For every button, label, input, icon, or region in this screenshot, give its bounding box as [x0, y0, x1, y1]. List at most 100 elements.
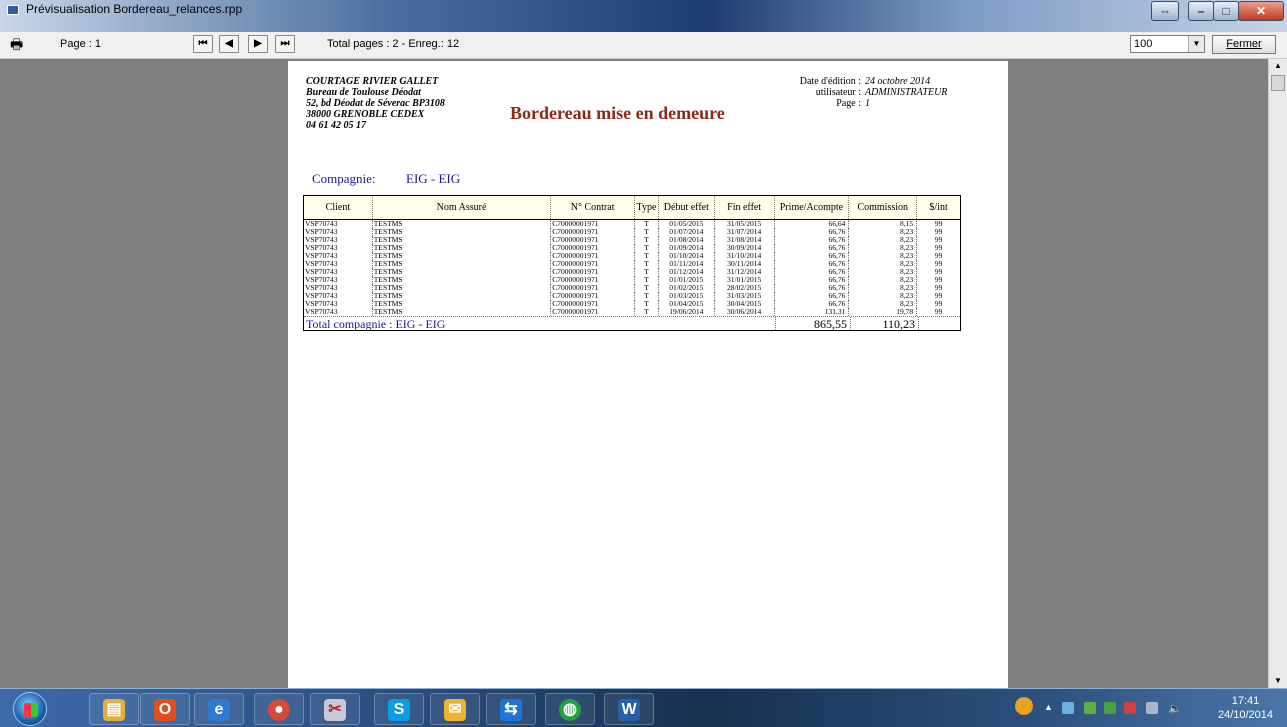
cell-sint: 99	[934, 276, 943, 284]
cell-sint: 99	[934, 260, 943, 268]
chevron-down-icon[interactable]: ▼	[1188, 36, 1204, 52]
clock[interactable]: 17:41 24/10/2014	[1208, 694, 1283, 722]
cell-prime: 66,76	[775, 284, 850, 292]
report-title: Bordereau mise en demeure	[510, 103, 725, 123]
cell-sint: 99	[934, 220, 943, 228]
cell-commission: 8,23	[849, 284, 918, 292]
display-icon[interactable]	[1146, 702, 1158, 714]
print-icon[interactable]: 🖶	[10, 36, 28, 52]
cell-sint: 99	[934, 236, 943, 244]
previous-page-button[interactable]: ◀	[219, 35, 239, 53]
scroll-down-icon[interactable]: ▼	[1269, 674, 1287, 688]
taskbar-teamviewer[interactable]: ⇆	[486, 693, 536, 725]
cell-fin-effet: 31/10/2014	[715, 252, 775, 260]
snipping-tool-icon: ✂	[324, 699, 346, 721]
report-table: Client Nom Assuré N° Contrat Type Début …	[303, 195, 961, 331]
cell-commission: 8,23	[849, 300, 918, 308]
cell-prime: 66,76	[775, 300, 850, 308]
taskbar-word[interactable]: W	[604, 693, 654, 725]
compagnie-label: Compagnie:	[312, 171, 376, 186]
cell-nom-assure: TESTMS	[373, 220, 552, 228]
close-window-button[interactable]: ✕	[1238, 1, 1284, 21]
internet-explorer-icon: e	[208, 699, 230, 721]
chevron-up-icon[interactable]: ▲	[1044, 702, 1056, 714]
scroll-up-icon[interactable]: ▲	[1269, 59, 1287, 73]
cell-client: VSP70743	[304, 228, 373, 236]
sync-icon[interactable]	[1084, 702, 1096, 714]
window-title: Prévisualisation Bordereau_relances.rpp	[26, 2, 243, 16]
cell-commission: 8,23	[849, 260, 918, 268]
windows-logo-icon	[24, 703, 38, 717]
shield-icon[interactable]	[1104, 702, 1116, 714]
table-row: VSP70743 TESTMS C70000001971 T 19/06/2014 30/…	[304, 308, 960, 316]
taskbar-mail[interactable]: ✉	[430, 693, 480, 725]
cell-nom-assure: TESTMS	[373, 276, 552, 284]
cell-type: T	[635, 228, 659, 236]
minimize-button[interactable]: –	[1188, 1, 1214, 21]
first-page-button[interactable]: ⏮	[193, 35, 213, 53]
total-compagnie-label: Total compagnie : EIG - EIG	[304, 317, 776, 331]
cell-contrat: C70000001971	[551, 284, 635, 292]
zoom-select[interactable]: 100 ▼	[1130, 35, 1205, 53]
speaker-icon[interactable]: 🔈	[1168, 702, 1182, 715]
cell-client: VSP70743	[304, 236, 373, 244]
fermer-button[interactable]: Fermer	[1212, 35, 1276, 54]
table-row: VSP70743 TESTMS C70000001971 T 01/09/2014 30/…	[304, 244, 960, 252]
cell-prime: 66,76	[775, 244, 850, 252]
taskbar-chrome[interactable]: ●	[254, 693, 304, 725]
cell-type: T	[635, 276, 659, 284]
taskbar: ▤ O e ● ✂ S ✉ ⇆ ◍ W ▲ 🔈 17:41 24/10/2014	[0, 688, 1287, 727]
cell-debut-effet: 01/08/2014	[659, 236, 715, 244]
preview-toolbar: 🖶 Page : 1 ⏮ ◀ ▶ ⏭ Total pages : 2 - Enr…	[0, 32, 1287, 59]
cell-nom-assure: TESTMS	[373, 244, 552, 252]
table-body: VSP70743 TESTMS C70000001971 T 01/05/2015 31/…	[304, 220, 960, 316]
cell-type: T	[635, 292, 659, 300]
edition-date-label: Date d'édition :	[799, 76, 861, 87]
vertical-scrollbar[interactable]: ▲ ▼	[1268, 59, 1287, 688]
cell-debut-effet: 01/07/2014	[659, 228, 715, 236]
warning-icon[interactable]	[1015, 697, 1033, 715]
flag-icon[interactable]	[1124, 702, 1136, 714]
cell-client: VSP70743	[304, 244, 373, 252]
taskbar-snipping[interactable]: ✂	[310, 693, 360, 725]
clock-date: 24/10/2014	[1217, 709, 1274, 721]
cell-nom-assure: TESTMS	[373, 308, 552, 316]
report-meta: Date d'édition : 24 octobre 2014 utilisat…	[748, 76, 988, 109]
taskbar-skype[interactable]: S	[374, 693, 424, 725]
cell-commission: 8,23	[849, 228, 918, 236]
cell-commission: 19,78	[849, 308, 918, 316]
cell-nom-assure: TESTMS	[373, 292, 552, 300]
taskbar-explorer[interactable]: ▤	[89, 693, 139, 725]
cell-debut-effet: 01/05/2015	[659, 220, 715, 228]
total-prime: 865,55	[776, 317, 851, 331]
cell-nom-assure: TESTMS	[373, 268, 552, 276]
cell-type: T	[635, 252, 659, 260]
total-pages-label: Total pages : 2 - Enreg.: 12	[327, 38, 460, 50]
user-label: utilisateur :	[815, 87, 861, 98]
table-row: VSP70743 TESTMS C70000001971 T 01/10/2014 31/…	[304, 252, 960, 260]
start-button[interactable]	[13, 692, 47, 726]
column-header-commission: Commission	[849, 196, 918, 219]
restore-icon[interactable]: ⇔	[1151, 1, 1179, 21]
next-page-button[interactable]: ▶	[248, 35, 268, 53]
table-row: VSP70743 TESTMS C70000001971 T 01/01/2015 31/…	[304, 276, 960, 284]
taskbar-ie[interactable]: e	[194, 693, 244, 725]
column-header-sint: $/int	[929, 202, 948, 213]
company-address: COURTAGE RIVIER GALLET Bureau de Toulous…	[306, 76, 445, 131]
cell-contrat: C70000001971	[551, 276, 635, 284]
taskbar-globe[interactable]: ◍	[545, 693, 595, 725]
taskbar-office[interactable]: O	[140, 693, 190, 725]
column-header-nom-assure: Nom Assuré	[373, 196, 552, 219]
cell-client: VSP70743	[304, 308, 373, 316]
cell-fin-effet: 31/01/2015	[715, 276, 775, 284]
cell-prime: 66,76	[775, 276, 850, 284]
compagnie-value: EIG - EIG	[406, 171, 461, 186]
scroll-thumb[interactable]	[1271, 75, 1285, 91]
last-page-button[interactable]: ⏭	[275, 35, 295, 53]
table-row: VSP70743 TESTMS C70000001971 T 01/03/2015 31/…	[304, 292, 960, 300]
window-title-bar[interactable]: Prévisualisation Bordereau_relances.rpp …	[0, 0, 1287, 32]
cell-debut-effet: 01/10/2014	[659, 252, 715, 260]
table-row: VSP70743 TESTMS C70000001971 T 01/12/2014 31/…	[304, 268, 960, 276]
network-icon[interactable]	[1062, 702, 1074, 714]
maximize-button[interactable]: □	[1213, 1, 1239, 21]
